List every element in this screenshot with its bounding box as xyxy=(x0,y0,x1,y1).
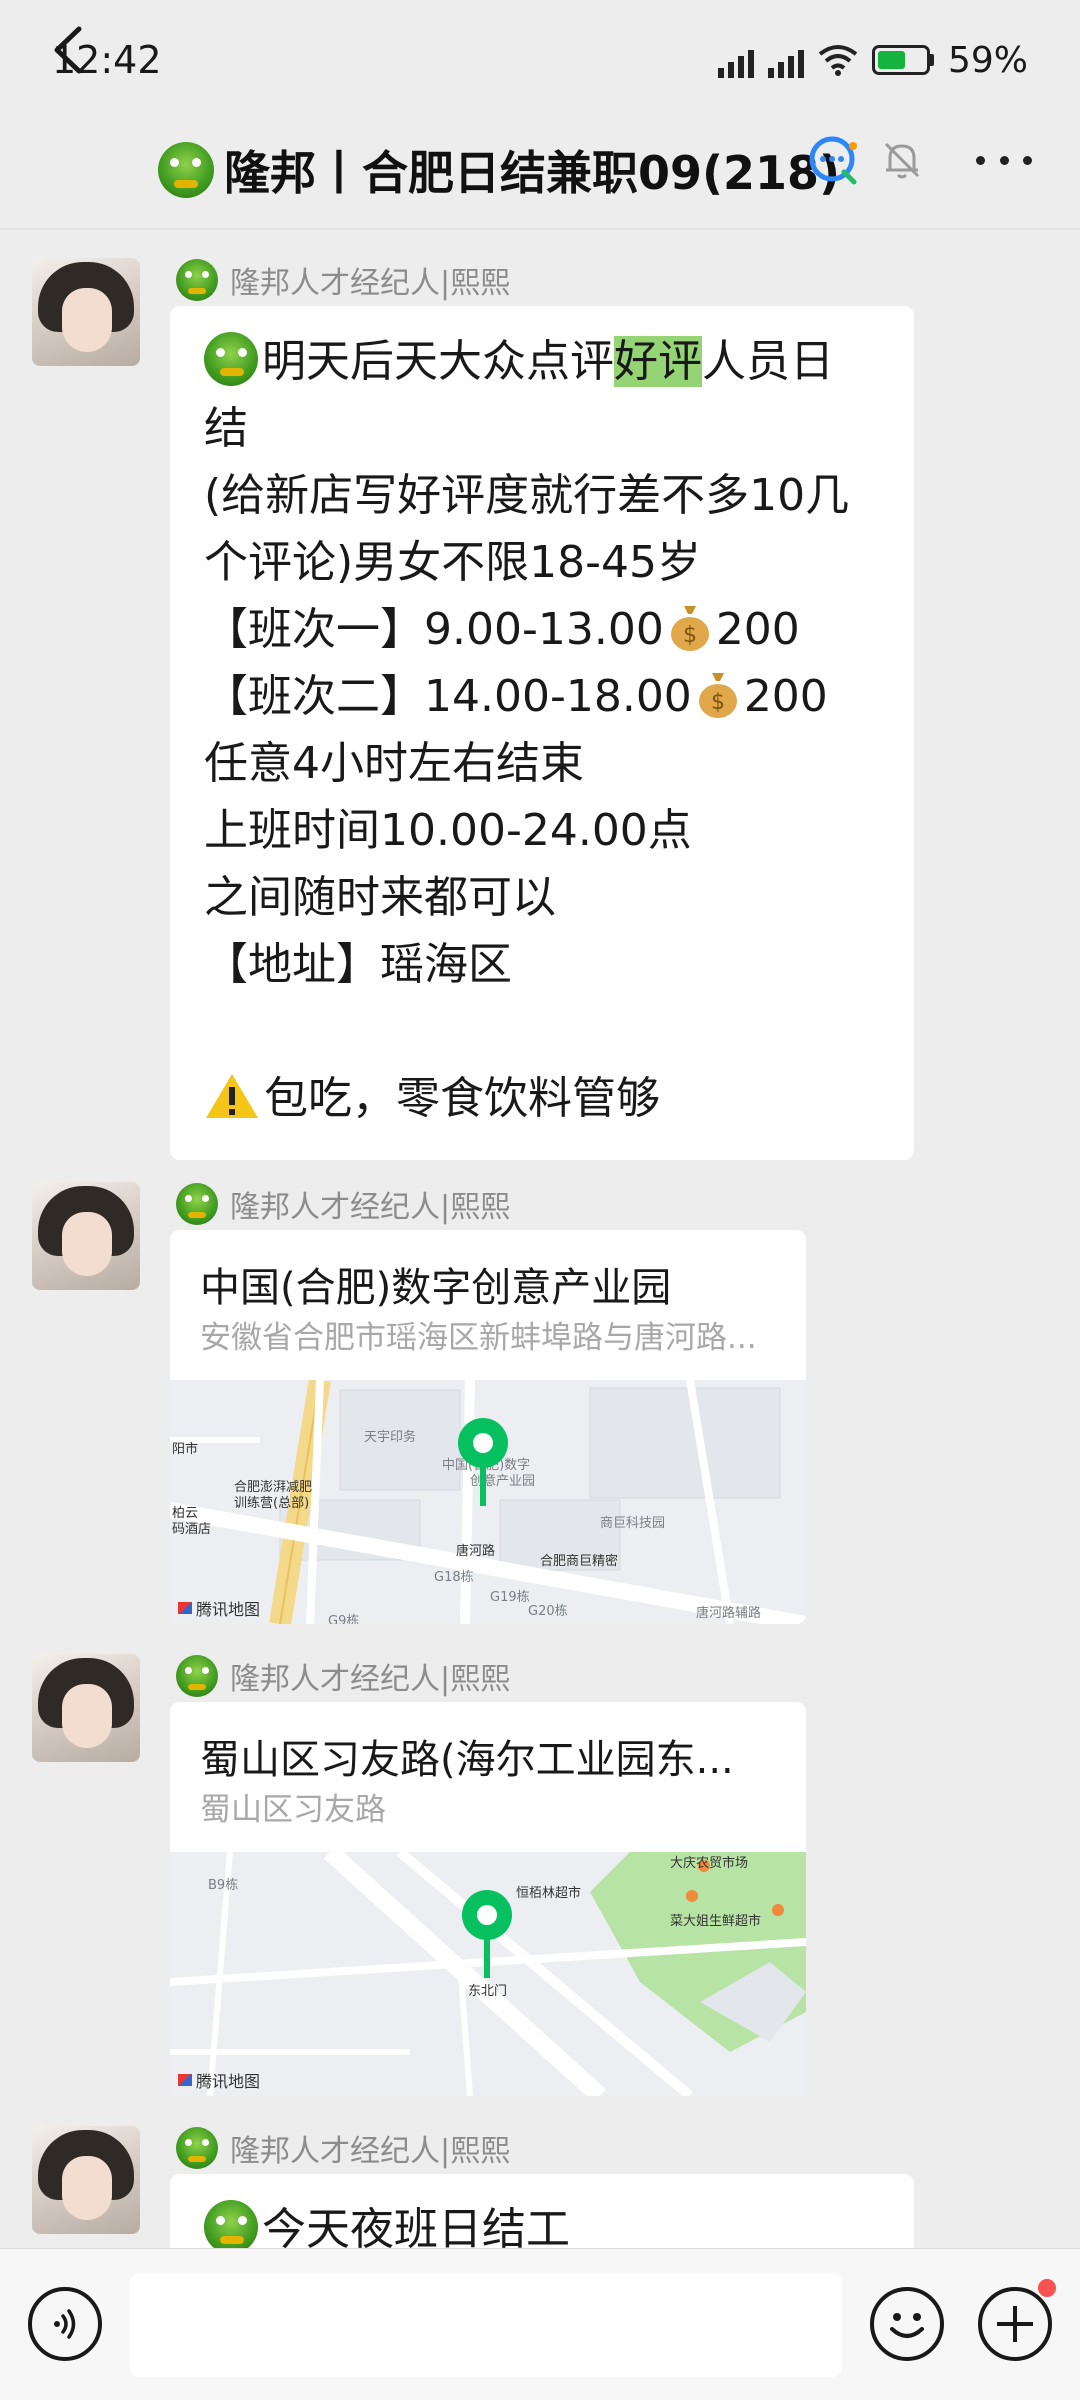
dragon-emoji-icon xyxy=(204,332,258,386)
tencent-map-logo-icon xyxy=(178,1602,192,1614)
map-preview[interactable]: B9栋 恒栢林超市 东北门 菜大姐生鲜超市 大庆农贸市场 腾讯地图 xyxy=(170,1852,806,2096)
location-address: 安徽省合肥市瑶海区新蚌埠路与唐河路... xyxy=(200,1320,757,1356)
location-header: 中国(合肥)数字创意产业园 安徽省合肥市瑶海区新蚌埠路与唐河路... xyxy=(170,1230,806,1380)
map-credit: 腾讯地图 xyxy=(178,1596,260,1620)
map-label: 码酒店 xyxy=(172,1522,212,1537)
tencent-map-logo-icon xyxy=(178,2074,192,2086)
message-line: 结 xyxy=(204,403,248,454)
avatar[interactable] xyxy=(32,258,140,366)
mute-bell-icon[interactable] xyxy=(880,138,924,182)
avatar[interactable] xyxy=(32,1182,140,1290)
map-label: 天宇印务 xyxy=(364,1430,417,1445)
map-label: 训练营(总部) xyxy=(234,1496,310,1511)
emoji-icon xyxy=(890,2313,924,2338)
message-line: 上班时间10.00-24.00点 xyxy=(204,805,692,856)
avatar[interactable] xyxy=(32,2126,140,2234)
more-dots-icon[interactable] xyxy=(976,146,1032,174)
map-label: 合肥商巨精密 xyxy=(540,1554,619,1569)
money-bag-icon: $ xyxy=(698,673,737,718)
avatar[interactable] xyxy=(32,1654,140,1762)
map-label: 恒栢林超市 xyxy=(516,1886,582,1901)
sender-name: 隆邦人才经纪人|熙熙 xyxy=(176,258,510,302)
location-message-card[interactable]: 中国(合肥)数字创意产业园 安徽省合肥市瑶海区新蚌埠路与唐河路... 天宇印务 … xyxy=(170,1230,806,1624)
notification-dot xyxy=(1036,2277,1058,2299)
wifi-icon xyxy=(818,45,858,76)
location-title: 蜀山区习友路(海尔工业园东... xyxy=(200,1737,734,1783)
map-label: 阳市 xyxy=(172,1442,199,1457)
message-input[interactable] xyxy=(130,2273,842,2377)
location-pin-icon xyxy=(458,1418,508,1506)
message-line: 之间随时来都可以 xyxy=(204,872,556,923)
dragon-emoji-icon xyxy=(176,259,218,301)
message-line: 任意4小时左右结束 xyxy=(204,738,584,789)
map-label: 唐河路辅路 xyxy=(696,1606,762,1621)
map-label: 商巨科技园 xyxy=(600,1516,666,1531)
message-line: (给新店写好评度就行差不多10几 xyxy=(204,470,850,521)
dragon-emoji-icon xyxy=(158,142,214,198)
money-bag-icon: $ xyxy=(670,606,709,651)
map-label: G19栋 xyxy=(490,1590,530,1605)
highlighted-text: 好评 xyxy=(614,336,702,387)
text-message-bubble[interactable]: 明天后天大众点评好评人员日 结 (给新店写好评度就行差不多10几 个评论)男女不… xyxy=(170,306,914,1160)
message-line: 明天后天大众点评好评人员日 xyxy=(204,328,880,395)
chat-title: 隆邦丨合肥日结兼职09(218) xyxy=(158,130,840,210)
dragon-emoji-icon xyxy=(176,1183,218,1225)
back-arrow-icon xyxy=(54,26,82,74)
input-bar xyxy=(0,2248,1080,2400)
map-label: G20栋 xyxy=(528,1604,568,1619)
svg-text:$: $ xyxy=(711,690,725,715)
back-button[interactable] xyxy=(40,22,96,78)
dragon-emoji-icon xyxy=(204,2200,258,2254)
svg-text:$: $ xyxy=(683,623,697,648)
location-title: 中国(合肥)数字创意产业园 xyxy=(200,1265,672,1311)
map-label: 菜大姐生鲜超市 xyxy=(670,1914,762,1929)
signal-icon xyxy=(767,42,804,78)
message-line: 包吃，零食饮料管够 xyxy=(204,1065,880,1132)
map-label: 唐河路 xyxy=(456,1544,496,1559)
voice-icon xyxy=(54,2309,76,2339)
sender-name: 隆邦人才经纪人|熙熙 xyxy=(176,1182,510,1226)
location-pin-icon xyxy=(462,1890,512,1978)
battery-percent: 59% xyxy=(947,39,1028,81)
sender-name: 隆邦人才经纪人|熙熙 xyxy=(176,1654,510,1698)
header-divider xyxy=(0,228,1080,230)
chat-bubble-icon[interactable] xyxy=(806,132,862,188)
battery-icon xyxy=(871,45,934,75)
message-line: 【班次一】9.00-13.00 $200 xyxy=(204,604,800,655)
plus-icon[interactable] xyxy=(978,2287,1052,2361)
map-credit: 腾讯地图 xyxy=(178,2068,260,2092)
signal-icon xyxy=(717,42,754,78)
map-label: G18栋 xyxy=(434,1570,474,1585)
emoji-button[interactable] xyxy=(870,2287,944,2361)
status-bar: 12:42 59% xyxy=(0,0,1080,120)
dragon-emoji-icon xyxy=(176,1655,218,1697)
dragon-emoji-icon xyxy=(176,2127,218,2169)
status-icons: 59% xyxy=(717,39,1028,81)
location-address: 蜀山区习友路 xyxy=(200,1792,386,1828)
sender-name: 隆邦人才经纪人|熙熙 xyxy=(176,2126,510,2170)
chat-title-text: 隆邦丨合肥日结兼职09(218) xyxy=(224,146,841,200)
map-label: B9栋 xyxy=(208,1878,239,1893)
message-line: 个评论)男女不限18-45岁 xyxy=(204,537,702,588)
map-preview[interactable]: 天宇印务 合肥澎湃减肥 训练营(总部) 中国(合肥)数字 创意产业园 商巨科技园… xyxy=(170,1380,806,1624)
warning-icon xyxy=(206,1074,258,1118)
map-label: G9栋 xyxy=(328,1614,360,1624)
location-header: 蜀山区习友路(海尔工业园东... 蜀山区习友路 xyxy=(170,1702,806,1852)
message-line: 【班次二】14.00-18.00 $200 xyxy=(204,671,828,722)
location-message-card[interactable]: 蜀山区习友路(海尔工业园东... 蜀山区习友路 B9栋 恒栢林超市 东北门 菜大… xyxy=(170,1702,806,2096)
map-label: 大庆农贸市场 xyxy=(670,1856,749,1871)
voice-button[interactable] xyxy=(28,2287,102,2361)
message-line: 【地址】瑶海区 xyxy=(204,939,512,990)
